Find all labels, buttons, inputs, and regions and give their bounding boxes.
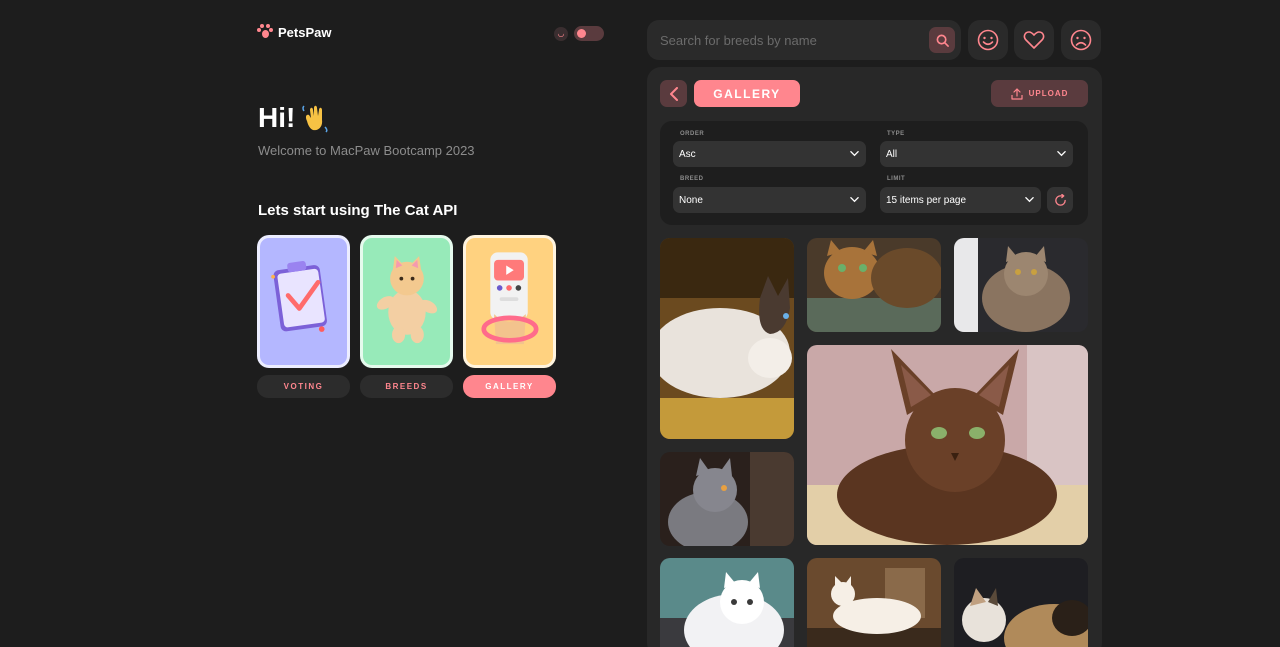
clipboard-illustration [271, 261, 327, 332]
breed-value: None [679, 194, 703, 206]
voting-button[interactable]: VOTING [257, 375, 350, 398]
gallery-image[interactable] [954, 238, 1088, 332]
cat-photo-siamese [660, 238, 794, 439]
eye-closed-icon: ◡ [554, 26, 568, 41]
brand-name: PetsPaw [278, 24, 332, 40]
type-value: All [886, 148, 898, 160]
search-bar [647, 20, 961, 60]
heart-icon [1023, 31, 1045, 49]
limit-select[interactable]: 15 items per page [880, 187, 1041, 213]
gallery-image[interactable] [660, 558, 794, 647]
favourites-button[interactable] [1014, 20, 1054, 60]
theme-toggle[interactable] [574, 26, 604, 41]
cat-photo-white-longhair [807, 558, 941, 647]
paw-icon [257, 24, 273, 40]
type-label: TYPE [887, 131, 905, 137]
gallery-panel: GALLERY UPLOAD ORDER Asc TYPE All BREED … [647, 67, 1102, 647]
search-button[interactable] [929, 27, 955, 53]
reload-button[interactable] [1047, 187, 1073, 213]
breeds-button[interactable]: BREEDS [360, 375, 453, 398]
cat-photo-oriental [807, 345, 1088, 545]
cat-photo-calico [954, 558, 1088, 647]
order-select[interactable]: Asc [673, 141, 866, 167]
upload-icon [1011, 87, 1023, 100]
smile-icon [977, 29, 999, 51]
filter-box: ORDER Asc TYPE All BREED None LIMIT 15 i… [660, 121, 1088, 225]
upload-label: UPLOAD [1028, 89, 1069, 98]
brand-logo[interactable]: PetsPaw [257, 24, 331, 40]
reload-icon [1054, 193, 1066, 206]
gallery-image[interactable] [954, 558, 1088, 647]
likes-button[interactable] [968, 20, 1008, 60]
chevron-left-icon [669, 86, 678, 101]
greeting-heading: Hi! [258, 102, 329, 134]
gallery-image[interactable] [807, 238, 941, 332]
cat-photo-bengal [807, 238, 941, 332]
greeting-title: Hi! [258, 102, 296, 133]
gallery-button[interactable]: GALLERY [463, 375, 556, 398]
chevron-down-icon [1057, 151, 1066, 157]
gallery-image[interactable] [807, 558, 941, 647]
voting-card[interactable] [257, 235, 350, 368]
page-title: GALLERY [694, 80, 800, 107]
chevron-down-icon [1025, 197, 1034, 203]
breeds-card[interactable] [360, 235, 453, 368]
back-button[interactable] [660, 80, 687, 107]
cat-photo-persian [954, 238, 1088, 332]
cat-photo-white-persian [660, 558, 794, 647]
search-icon [936, 34, 949, 47]
chevron-down-icon [850, 151, 859, 157]
upload-button[interactable]: UPLOAD [991, 80, 1088, 107]
waving-hand-icon [302, 105, 328, 133]
order-label: ORDER [680, 131, 705, 137]
gallery-image[interactable] [660, 452, 794, 546]
greeting-subtitle: Welcome to MacPaw Bootcamp 2023 [258, 143, 475, 158]
limit-value: 15 items per page [886, 194, 967, 206]
cat-photo-british-shorthair [660, 452, 794, 546]
search-input[interactable] [660, 32, 910, 48]
order-value: Asc [679, 148, 696, 160]
chevron-down-icon [850, 197, 859, 203]
gallery-card[interactable] [463, 235, 556, 368]
breed-select[interactable]: None [673, 187, 866, 213]
gallery-image[interactable] [660, 238, 794, 439]
theme-switcher[interactable]: ◡ [554, 26, 604, 41]
phone-hand-illustration [481, 252, 539, 345]
cta-heading: Lets start using The Cat API [258, 202, 458, 219]
toggle-knob [577, 29, 586, 38]
sad-face-icon [1070, 29, 1092, 51]
type-select[interactable]: All [880, 141, 1073, 167]
breed-label: BREED [680, 176, 704, 182]
cat-toy-illustration [376, 256, 438, 344]
limit-label: LIMIT [887, 176, 906, 182]
gallery-image[interactable] [807, 345, 1088, 545]
dislikes-button[interactable] [1061, 20, 1101, 60]
